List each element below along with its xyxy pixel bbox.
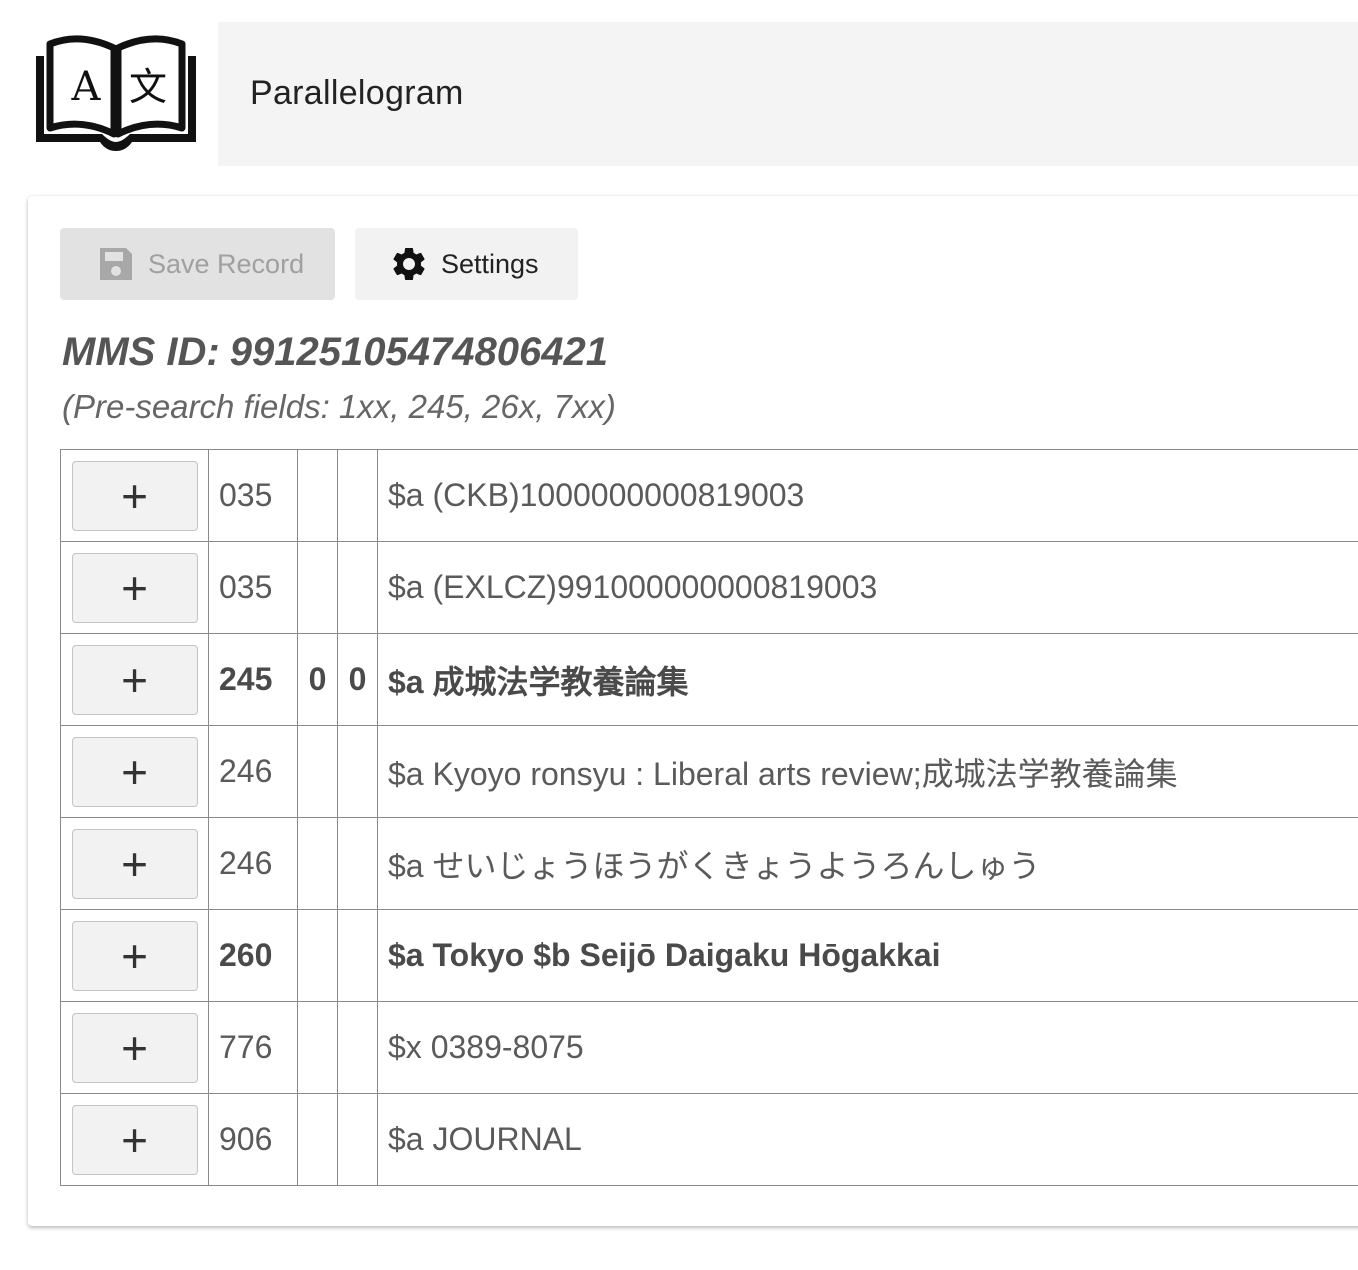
indicator-1	[297, 1001, 338, 1094]
presearch-note: (Pre-search fields: 1xx, 245, 26x, 7xx)	[62, 388, 616, 425]
marc-field-row: + 906 $a JOURNAL	[60, 1093, 1358, 1186]
indicator-2	[337, 725, 378, 818]
indicator-1	[297, 541, 338, 634]
add-cell: +	[60, 633, 209, 726]
subfield-content: $a (CKB)1000000000819003	[377, 449, 1358, 542]
marc-field-row: + 035 $a (EXLCZ)991000000000819003	[60, 541, 1358, 634]
app-title-bar: Parallelogram	[218, 22, 1358, 166]
gear-icon	[389, 244, 429, 284]
add-cell: +	[60, 725, 209, 818]
marc-field-row: + 246 $a Kyoyo ronsyu : Liberal arts rev…	[60, 725, 1358, 818]
field-tag: 906	[208, 1093, 298, 1186]
subfield-content: $x 0389-8075	[377, 1001, 1358, 1094]
marc-field-row: + 245 0 0 $a 成城法学教養論集	[60, 633, 1358, 726]
indicator-2	[337, 541, 378, 634]
indicator-1	[297, 725, 338, 818]
add-field-button[interactable]: +	[71, 828, 198, 899]
marc-field-table: + 035 $a (CKB)1000000000819003 + 035 $a …	[60, 449, 1358, 1186]
subfield-content: $a 成城法学教養論集	[377, 633, 1358, 726]
marc-field-row: + 260 $a Tokyo $b Seijō Daigaku Hōgakkai	[60, 909, 1358, 1002]
indicator-1	[297, 909, 338, 1002]
save-record-label: Save Record	[148, 248, 305, 279]
subfield-content: $a Kyoyo ronsyu : Liberal arts review;成城…	[377, 725, 1358, 818]
record-card: Save Record Settings MMS ID: 991251054748…	[28, 196, 1358, 1226]
add-field-button[interactable]: +	[71, 460, 198, 531]
add-cell: +	[60, 541, 209, 634]
indicator-2	[337, 1093, 378, 1186]
indicator-1	[297, 1093, 338, 1186]
field-tag: 776	[208, 1001, 298, 1094]
subfield-content: $a JOURNAL	[377, 1093, 1358, 1186]
mms-id-heading: MMS ID: 99125105474806421	[62, 330, 608, 375]
add-field-button[interactable]: +	[71, 1104, 198, 1175]
add-field-button[interactable]: +	[71, 736, 198, 807]
indicator-1	[297, 817, 338, 910]
settings-button[interactable]: Settings	[355, 228, 578, 300]
subfield-content: $a Tokyo $b Seijō Daigaku Hōgakkai	[377, 909, 1358, 1002]
indicator-2	[337, 1001, 378, 1094]
floppy-disk-icon	[96, 244, 136, 284]
subfield-content: $a せいじょうほうがくきょうようろんしゅう	[377, 817, 1358, 910]
mms-id-label: MMS ID:	[62, 330, 220, 374]
indicator-1: 0	[297, 633, 338, 726]
indicator-2	[337, 449, 378, 542]
indicator-2: 0	[337, 633, 378, 726]
add-cell: +	[60, 449, 209, 542]
field-tag: 246	[208, 817, 298, 910]
field-tag: 035	[208, 541, 298, 634]
field-tag: 245	[208, 633, 298, 726]
add-cell: +	[60, 1093, 209, 1186]
logo-letter-wen: 文	[129, 65, 167, 109]
marc-field-row: + 776 $x 0389-8075	[60, 1001, 1358, 1094]
add-field-button[interactable]: +	[71, 1012, 198, 1083]
add-field-button[interactable]: +	[71, 552, 198, 623]
add-cell: +	[60, 817, 209, 910]
field-tag: 035	[208, 449, 298, 542]
app-title: Parallelogram	[250, 74, 464, 112]
field-tag: 260	[208, 909, 298, 1002]
mms-id-value: 99125105474806421	[229, 330, 608, 374]
add-cell: +	[60, 1001, 209, 1094]
add-cell: +	[60, 909, 209, 1002]
app-header: A 文 Parallelogram	[0, 0, 1358, 180]
book-translate-icon: A 文	[30, 30, 202, 154]
indicator-2	[337, 817, 378, 910]
add-field-button[interactable]: +	[71, 920, 198, 991]
field-tag: 246	[208, 725, 298, 818]
save-record-button[interactable]: Save Record	[60, 228, 335, 300]
indicator-2	[337, 909, 378, 1002]
settings-label: Settings	[441, 248, 539, 279]
marc-field-row: + 246 $a せいじょうほうがくきょうようろんしゅう	[60, 817, 1358, 910]
add-field-button[interactable]: +	[71, 644, 198, 715]
subfield-content: $a (EXLCZ)991000000000819003	[377, 541, 1358, 634]
logo-letter-a: A	[71, 64, 102, 110]
indicator-1	[297, 449, 338, 542]
marc-field-row: + 035 $a (CKB)1000000000819003	[60, 449, 1358, 542]
